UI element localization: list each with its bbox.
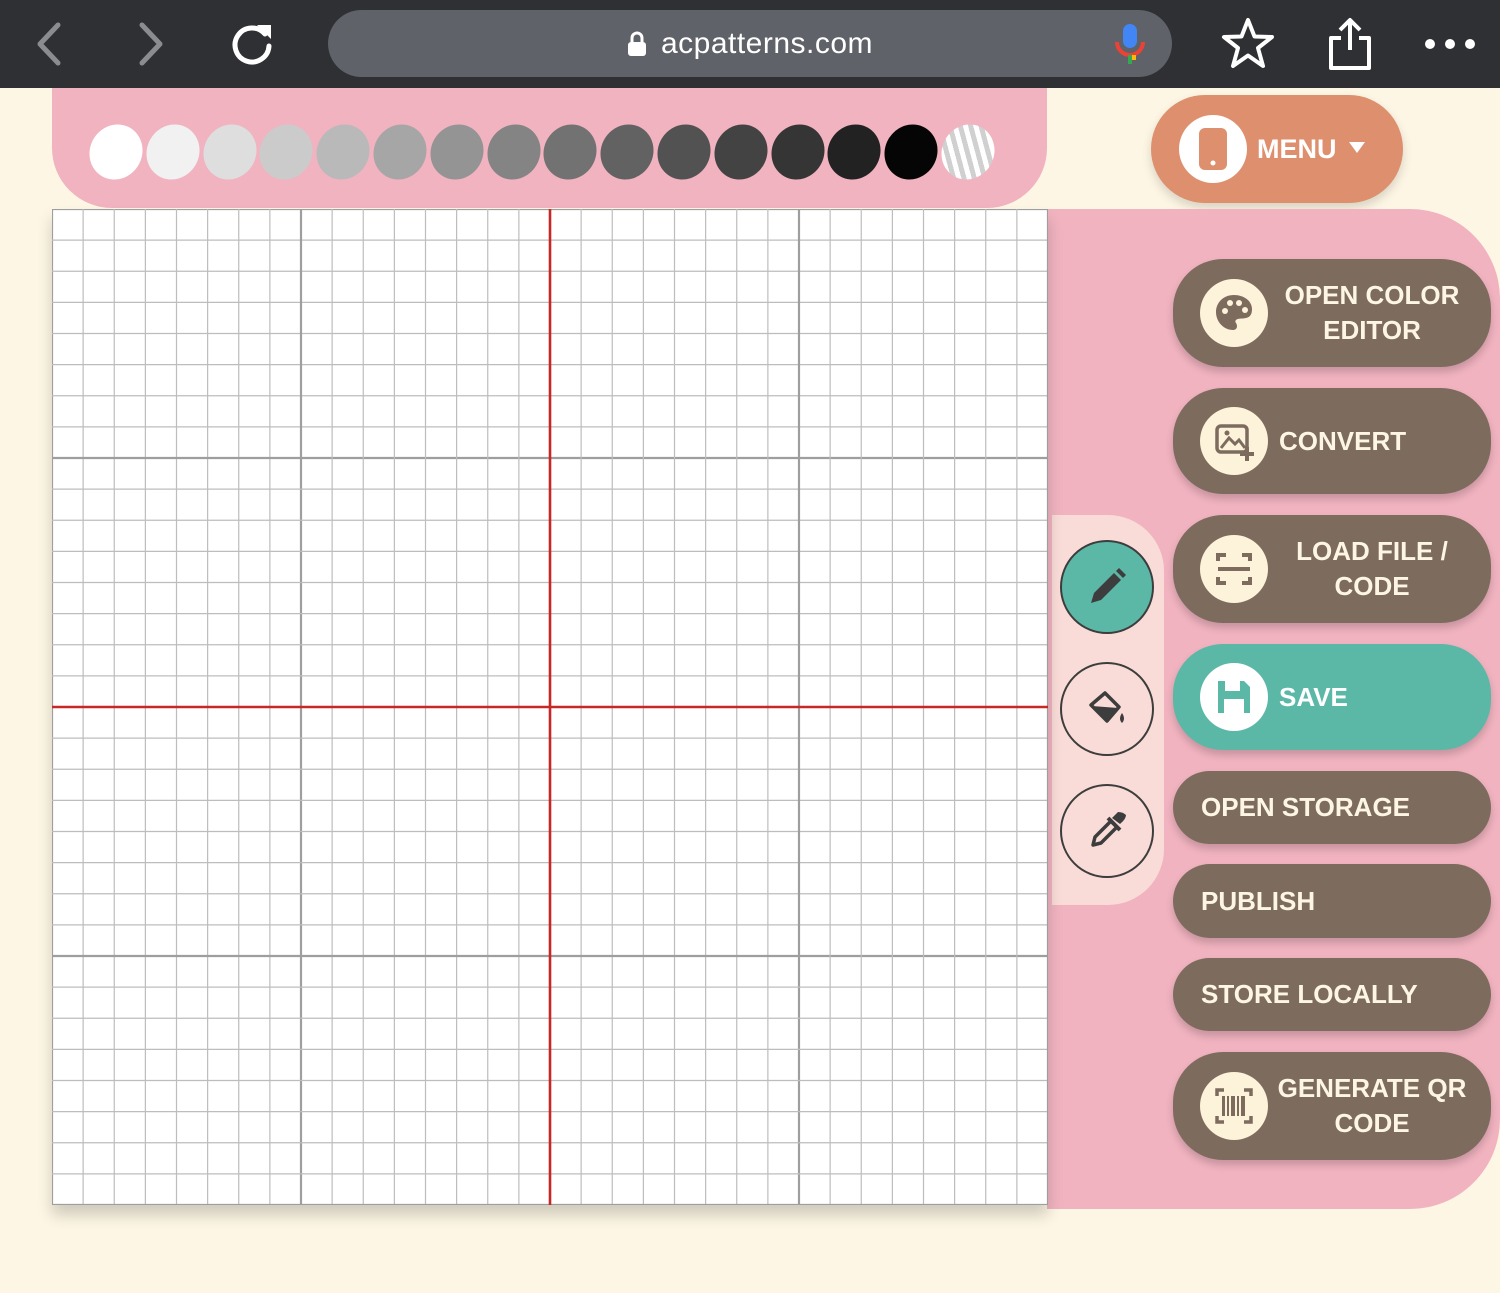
pattern-canvas[interactable] bbox=[50, 207, 1050, 1207]
convert-label: CONVERT bbox=[1279, 425, 1407, 456]
menu-label: MENU bbox=[1257, 134, 1337, 164]
palette-icon bbox=[1200, 279, 1268, 347]
generate-qr-code-label: GENERATE QR CODE bbox=[1277, 1073, 1467, 1138]
paint-bucket-icon bbox=[1089, 691, 1124, 723]
menu-button[interactable]: MENU bbox=[1151, 95, 1403, 203]
share-button[interactable] bbox=[1320, 14, 1380, 74]
color-swatch[interactable] bbox=[590, 114, 664, 190]
generate-qr-code-button[interactable]: GENERATE QR CODE bbox=[1173, 1052, 1491, 1160]
transparent-swatch[interactable] bbox=[931, 114, 1005, 190]
color-swatch[interactable] bbox=[704, 114, 778, 190]
bookmark-button[interactable] bbox=[1218, 14, 1278, 74]
browser-toolbar: acpatterns.com bbox=[0, 0, 1500, 88]
load-file-code-button[interactable]: LOAD FILE / CODE bbox=[1173, 515, 1491, 623]
color-swatch[interactable] bbox=[420, 114, 494, 190]
color-swatch[interactable] bbox=[761, 114, 835, 190]
color-swatch[interactable] bbox=[533, 114, 607, 190]
barcode-icon bbox=[1200, 1072, 1268, 1140]
microphone-icon[interactable] bbox=[1112, 22, 1148, 71]
publish-button[interactable]: PUBLISH bbox=[1173, 864, 1491, 938]
forward-button[interactable] bbox=[120, 14, 180, 74]
open-color-editor-label: OPEN COLOR EDITOR bbox=[1284, 280, 1460, 345]
pencil-tool-button[interactable] bbox=[1060, 540, 1154, 634]
scan-icon bbox=[1200, 535, 1268, 603]
store-locally-button[interactable]: STORE LOCALLY bbox=[1173, 958, 1491, 1031]
eyedropper-icon bbox=[1091, 812, 1126, 847]
color-swatch[interactable] bbox=[477, 114, 551, 190]
star-icon bbox=[1222, 18, 1274, 68]
store-locally-label: STORE LOCALLY bbox=[1201, 979, 1418, 1009]
url-text: acpatterns.com bbox=[660, 26, 874, 60]
save-button[interactable]: SAVE bbox=[1173, 644, 1491, 750]
pencil-icon bbox=[1091, 568, 1126, 603]
picker-tool-button[interactable] bbox=[1060, 784, 1154, 878]
more-dots-icon bbox=[1425, 39, 1475, 49]
reload-button[interactable] bbox=[222, 14, 282, 74]
color-swatch[interactable] bbox=[193, 114, 267, 190]
back-button[interactable] bbox=[20, 14, 80, 74]
floppy-disk-icon bbox=[1200, 663, 1268, 731]
publish-label: PUBLISH bbox=[1201, 885, 1316, 916]
color-swatch[interactable] bbox=[817, 114, 891, 190]
chevron-left-icon bbox=[37, 22, 61, 66]
tablet-icon bbox=[1179, 115, 1247, 183]
convert-button[interactable]: CONVERT bbox=[1173, 388, 1491, 494]
image-add-icon bbox=[1200, 407, 1268, 475]
color-swatch[interactable] bbox=[136, 114, 210, 190]
color-swatch[interactable] bbox=[363, 114, 437, 190]
open-storage-button[interactable]: OPEN STORAGE bbox=[1173, 771, 1491, 844]
fill-tool-button[interactable] bbox=[1060, 662, 1154, 756]
open-storage-label: OPEN STORAGE bbox=[1201, 792, 1411, 822]
reload-icon bbox=[232, 25, 272, 65]
color-palette bbox=[52, 88, 1047, 208]
color-swatch[interactable] bbox=[647, 114, 721, 190]
save-label: SAVE bbox=[1279, 681, 1348, 712]
color-swatch[interactable] bbox=[79, 114, 153, 190]
lock-icon bbox=[627, 31, 647, 57]
color-swatch[interactable] bbox=[874, 114, 948, 190]
chevron-right-icon bbox=[139, 22, 163, 66]
open-color-editor-button[interactable]: OPEN COLOR EDITOR bbox=[1173, 259, 1491, 367]
load-file-code-label: LOAD FILE / CODE bbox=[1296, 536, 1448, 601]
color-swatch[interactable] bbox=[306, 114, 380, 190]
pixel-grid[interactable] bbox=[50, 207, 1050, 1207]
color-swatch[interactable] bbox=[249, 114, 323, 190]
address-bar[interactable]: acpatterns.com bbox=[328, 10, 1172, 77]
share-icon bbox=[1329, 18, 1371, 70]
more-button[interactable] bbox=[1420, 14, 1480, 74]
caret-down-icon bbox=[1349, 142, 1365, 153]
